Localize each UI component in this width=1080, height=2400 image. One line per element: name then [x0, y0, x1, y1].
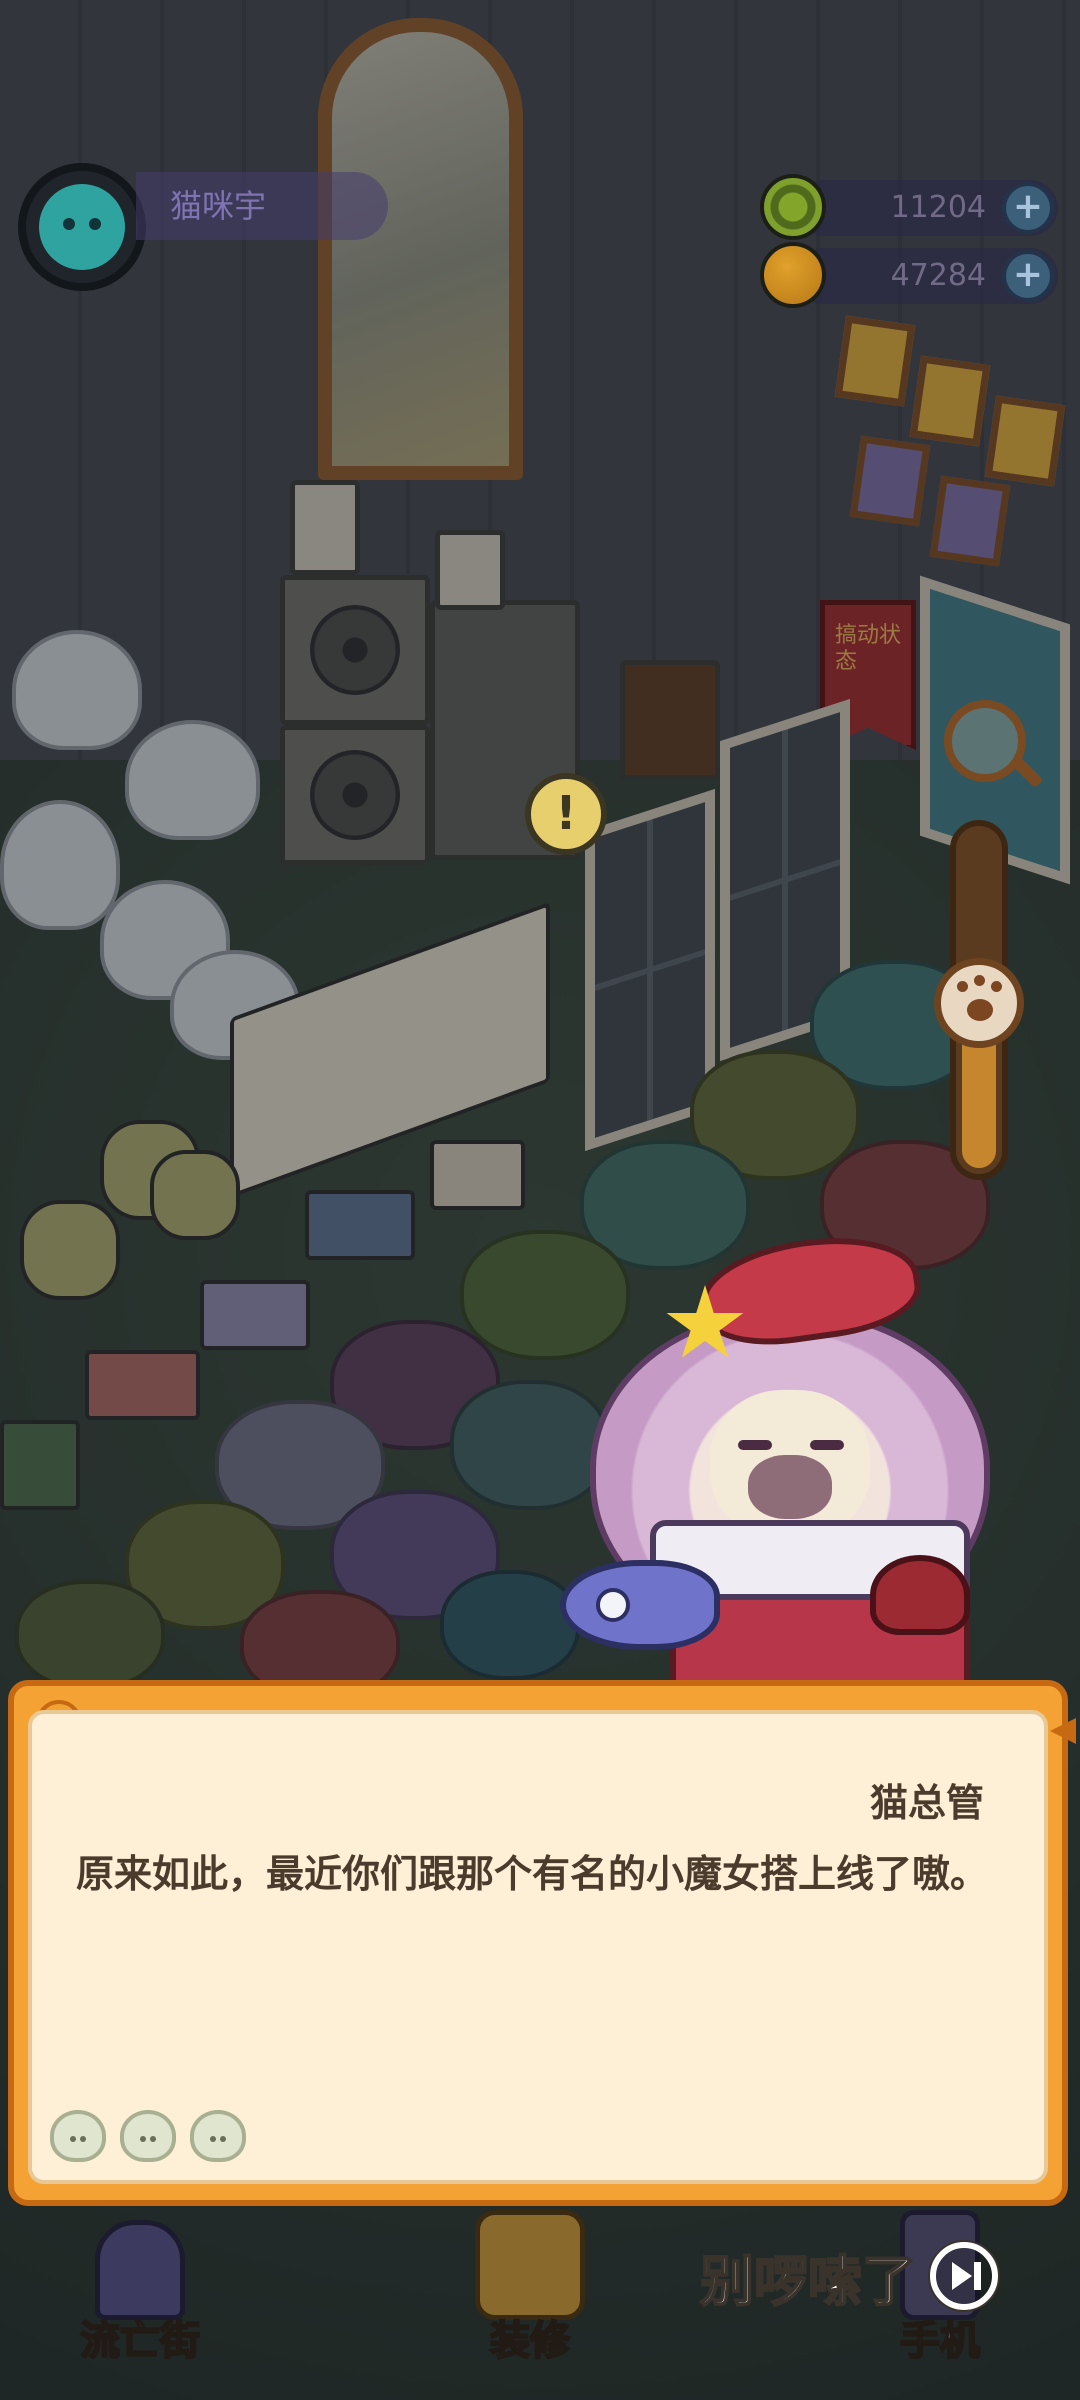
currency-green-amount: 11204 [890, 190, 986, 225]
paw-toe [991, 981, 1002, 992]
bun-dot-icon [190, 2110, 246, 2162]
mushroom-icon [870, 1555, 970, 1635]
bun-dot-icon [50, 2110, 106, 2162]
player-avatar[interactable] [18, 163, 146, 291]
street-icon [95, 2220, 185, 2320]
nav-street-button[interactable]: 流亡街 [55, 2200, 225, 2370]
add-currency-button[interactable]: + [1002, 182, 1054, 234]
skip-forward-icon [930, 2242, 998, 2310]
npc-snout [748, 1455, 832, 1519]
npc-eye [810, 1440, 844, 1450]
currency-green-counter: 11204 + [760, 174, 1058, 240]
paw-icon[interactable] [934, 958, 1024, 1048]
nav-phone-label: 手机 [899, 2317, 981, 2365]
paw-pad [967, 999, 993, 1021]
currency-gold-counter: 47284 + [760, 242, 1058, 308]
search-icon[interactable] [944, 700, 1026, 782]
dialog-progress [50, 2110, 246, 2162]
npc-portrait [560, 1225, 1060, 1710]
dialog-arrow-icon [1050, 1718, 1076, 1744]
add-currency-button[interactable]: + [1002, 250, 1054, 302]
green-coin-icon [760, 174, 826, 240]
dialog-speaker-name: 猫总管 [869, 1781, 984, 1825]
paw-toe [974, 975, 985, 986]
npc-eye [738, 1440, 772, 1450]
fish-icon [560, 1560, 720, 1650]
nav-street-label: 流亡街 [79, 2317, 201, 2365]
player-name[interactable]: 猫咪宇 [136, 172, 388, 240]
decorate-icon [475, 2210, 585, 2320]
nav-decorate-button[interactable]: 装修 [445, 2200, 615, 2370]
skip-dialog-button[interactable]: 别啰嗦了 [699, 2236, 998, 2316]
paw-toe [957, 981, 968, 992]
bun-dot-icon [120, 2110, 176, 2162]
currency-gold-amount: 47284 [890, 258, 986, 293]
exclamation-icon[interactable]: ! [525, 773, 607, 855]
dialog-box[interactable]: 猫总管 原来如此，最近你们跟那个有名的小魔女搭上线了嗷。 [28, 1710, 1048, 2184]
gold-coin-icon [760, 242, 826, 308]
dialog-text: 原来如此，最近你们跟那个有名的小魔女搭上线了嗷。 [76, 1852, 989, 1896]
cat-avatar-icon [39, 184, 125, 270]
skip-dialog-label: 别啰嗦了 [699, 2249, 917, 2314]
nav-decorate-label: 装修 [489, 2317, 571, 2365]
